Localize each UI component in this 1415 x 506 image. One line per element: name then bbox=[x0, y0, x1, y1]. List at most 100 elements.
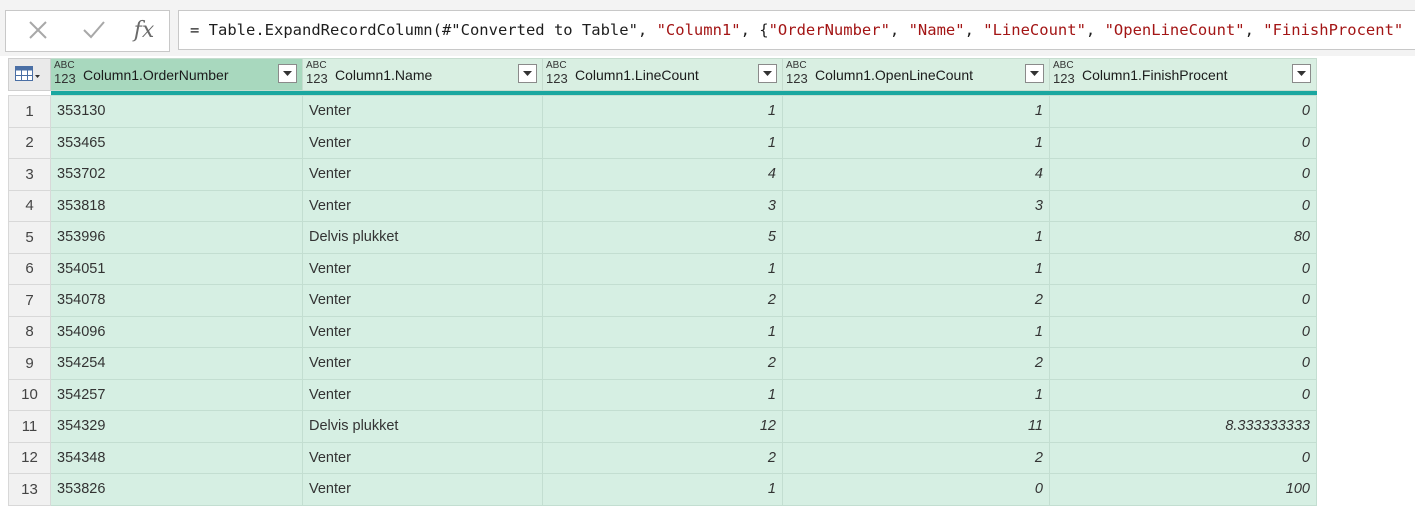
cell-finishprocent[interactable]: 0 bbox=[1049, 315, 1317, 348]
table-row[interactable]: 9 354254 Venter 2 2 0 bbox=[8, 347, 1317, 380]
cell-openlinecount[interactable]: 1 bbox=[782, 378, 1050, 411]
table-row[interactable]: 3 353702 Venter 4 4 0 bbox=[8, 158, 1317, 191]
cell-openlinecount[interactable]: 1 bbox=[782, 126, 1050, 159]
cell-finishprocent[interactable]: 0 bbox=[1049, 158, 1317, 191]
type-any-icon[interactable]: ABC 123 bbox=[306, 61, 330, 87]
row-number[interactable]: 5 bbox=[8, 221, 51, 254]
cell-name[interactable]: Delvis plukket bbox=[302, 410, 543, 443]
cancel-button[interactable] bbox=[20, 10, 56, 50]
cell-name[interactable]: Venter bbox=[302, 158, 543, 191]
cell-ordernumber[interactable]: 354051 bbox=[50, 252, 303, 285]
cell-openlinecount[interactable]: 1 bbox=[782, 252, 1050, 285]
cell-ordernumber[interactable]: 354096 bbox=[50, 315, 303, 348]
cell-ordernumber[interactable]: 353465 bbox=[50, 126, 303, 159]
filter-dropdown-button[interactable] bbox=[518, 64, 537, 83]
cell-finishprocent[interactable]: 0 bbox=[1049, 378, 1317, 411]
cell-linecount[interactable]: 1 bbox=[542, 126, 783, 159]
column-header-linecount[interactable]: ABC 123 Column1.LineCount bbox=[542, 58, 783, 91]
cell-linecount[interactable]: 5 bbox=[542, 221, 783, 254]
row-number[interactable]: 3 bbox=[8, 158, 51, 191]
type-any-icon[interactable]: ABC 123 bbox=[546, 61, 570, 87]
table-row[interactable]: 11 354329 Delvis plukket 12 11 8.333333333 bbox=[8, 410, 1317, 443]
cell-ordernumber[interactable]: 354078 bbox=[50, 284, 303, 317]
row-number[interactable]: 2 bbox=[8, 126, 51, 159]
column-header-finishprocent[interactable]: ABC 123 Column1.FinishProcent bbox=[1049, 58, 1317, 91]
table-menu-button[interactable] bbox=[8, 58, 51, 91]
cell-name[interactable]: Venter bbox=[302, 315, 543, 348]
filter-dropdown-button[interactable] bbox=[1025, 64, 1044, 83]
cell-linecount[interactable]: 2 bbox=[542, 347, 783, 380]
column-header-name[interactable]: ABC 123 Column1.Name bbox=[302, 58, 543, 91]
cell-name[interactable]: Venter bbox=[302, 473, 543, 506]
cell-finishprocent[interactable]: 0 bbox=[1049, 95, 1317, 128]
row-number[interactable]: 11 bbox=[8, 410, 51, 443]
row-number[interactable]: 1 bbox=[8, 95, 51, 128]
cell-ordernumber[interactable]: 353130 bbox=[50, 95, 303, 128]
cell-openlinecount[interactable]: 3 bbox=[782, 189, 1050, 222]
cell-name[interactable]: Venter bbox=[302, 95, 543, 128]
cell-openlinecount[interactable]: 2 bbox=[782, 347, 1050, 380]
row-number[interactable]: 6 bbox=[8, 252, 51, 285]
table-row[interactable]: 8 354096 Venter 1 1 0 bbox=[8, 315, 1317, 348]
row-number[interactable]: 9 bbox=[8, 347, 51, 380]
cell-openlinecount[interactable]: 4 bbox=[782, 158, 1050, 191]
cell-linecount[interactable]: 2 bbox=[542, 284, 783, 317]
confirm-button[interactable] bbox=[76, 10, 112, 50]
cell-finishprocent[interactable]: 0 bbox=[1049, 126, 1317, 159]
cell-finishprocent[interactable]: 0 bbox=[1049, 347, 1317, 380]
cell-linecount[interactable]: 2 bbox=[542, 441, 783, 474]
cell-linecount[interactable]: 1 bbox=[542, 95, 783, 128]
cell-linecount[interactable]: 4 bbox=[542, 158, 783, 191]
column-header-ordernumber[interactable]: ABC 123 Column1.OrderNumber bbox=[50, 58, 303, 91]
cell-ordernumber[interactable]: 354348 bbox=[50, 441, 303, 474]
cell-ordernumber[interactable]: 353826 bbox=[50, 473, 303, 506]
cell-name[interactable]: Venter bbox=[302, 126, 543, 159]
cell-ordernumber[interactable]: 353996 bbox=[50, 221, 303, 254]
row-number[interactable]: 8 bbox=[8, 315, 51, 348]
cell-ordernumber[interactable]: 353702 bbox=[50, 158, 303, 191]
cell-name[interactable]: Venter bbox=[302, 347, 543, 380]
cell-openlinecount[interactable]: 2 bbox=[782, 441, 1050, 474]
cell-finishprocent[interactable]: 100 bbox=[1049, 473, 1317, 506]
cell-linecount[interactable]: 1 bbox=[542, 473, 783, 506]
column-header-openlinecount[interactable]: ABC 123 Column1.OpenLineCount bbox=[782, 58, 1050, 91]
cell-openlinecount[interactable]: 0 bbox=[782, 473, 1050, 506]
cell-name[interactable]: Delvis plukket bbox=[302, 221, 543, 254]
cell-openlinecount[interactable]: 1 bbox=[782, 221, 1050, 254]
row-number[interactable]: 12 bbox=[8, 441, 51, 474]
table-row[interactable]: 2 353465 Venter 1 1 0 bbox=[8, 126, 1317, 159]
cell-finishprocent[interactable]: 0 bbox=[1049, 252, 1317, 285]
cell-finishprocent[interactable]: 0 bbox=[1049, 284, 1317, 317]
cell-openlinecount[interactable]: 1 bbox=[782, 315, 1050, 348]
filter-dropdown-button[interactable] bbox=[278, 64, 297, 83]
table-row[interactable]: 1 353130 Venter 1 1 0 bbox=[8, 95, 1317, 128]
table-row[interactable]: 13 353826 Venter 1 0 100 bbox=[8, 473, 1317, 506]
cell-linecount[interactable]: 12 bbox=[542, 410, 783, 443]
cell-name[interactable]: Venter bbox=[302, 252, 543, 285]
filter-dropdown-button[interactable] bbox=[1292, 64, 1311, 83]
formula-input[interactable]: = Table.ExpandRecordColumn(#"Converted t… bbox=[178, 10, 1415, 50]
cell-openlinecount[interactable]: 2 bbox=[782, 284, 1050, 317]
cell-ordernumber[interactable]: 354257 bbox=[50, 378, 303, 411]
cell-openlinecount[interactable]: 11 bbox=[782, 410, 1050, 443]
cell-ordernumber[interactable]: 353818 bbox=[50, 189, 303, 222]
table-row[interactable]: 4 353818 Venter 3 3 0 bbox=[8, 189, 1317, 222]
type-any-icon[interactable]: ABC 123 bbox=[54, 61, 78, 87]
cell-finishprocent[interactable]: 0 bbox=[1049, 189, 1317, 222]
table-row[interactable]: 7 354078 Venter 2 2 0 bbox=[8, 284, 1317, 317]
cell-finishprocent[interactable]: 8.333333333 bbox=[1049, 410, 1317, 443]
cell-finishprocent[interactable]: 80 bbox=[1049, 221, 1317, 254]
table-row[interactable]: 5 353996 Delvis plukket 5 1 80 bbox=[8, 221, 1317, 254]
row-number[interactable]: 4 bbox=[8, 189, 51, 222]
filter-dropdown-button[interactable] bbox=[758, 64, 777, 83]
cell-ordernumber[interactable]: 354254 bbox=[50, 347, 303, 380]
row-number[interactable]: 13 bbox=[8, 473, 51, 506]
row-number[interactable]: 10 bbox=[8, 378, 51, 411]
cell-name[interactable]: Venter bbox=[302, 441, 543, 474]
cell-name[interactable]: Venter bbox=[302, 189, 543, 222]
cell-finishprocent[interactable]: 0 bbox=[1049, 441, 1317, 474]
table-row[interactable]: 12 354348 Venter 2 2 0 bbox=[8, 441, 1317, 474]
cell-linecount[interactable]: 1 bbox=[542, 315, 783, 348]
row-number[interactable]: 7 bbox=[8, 284, 51, 317]
cell-linecount[interactable]: 1 bbox=[542, 252, 783, 285]
